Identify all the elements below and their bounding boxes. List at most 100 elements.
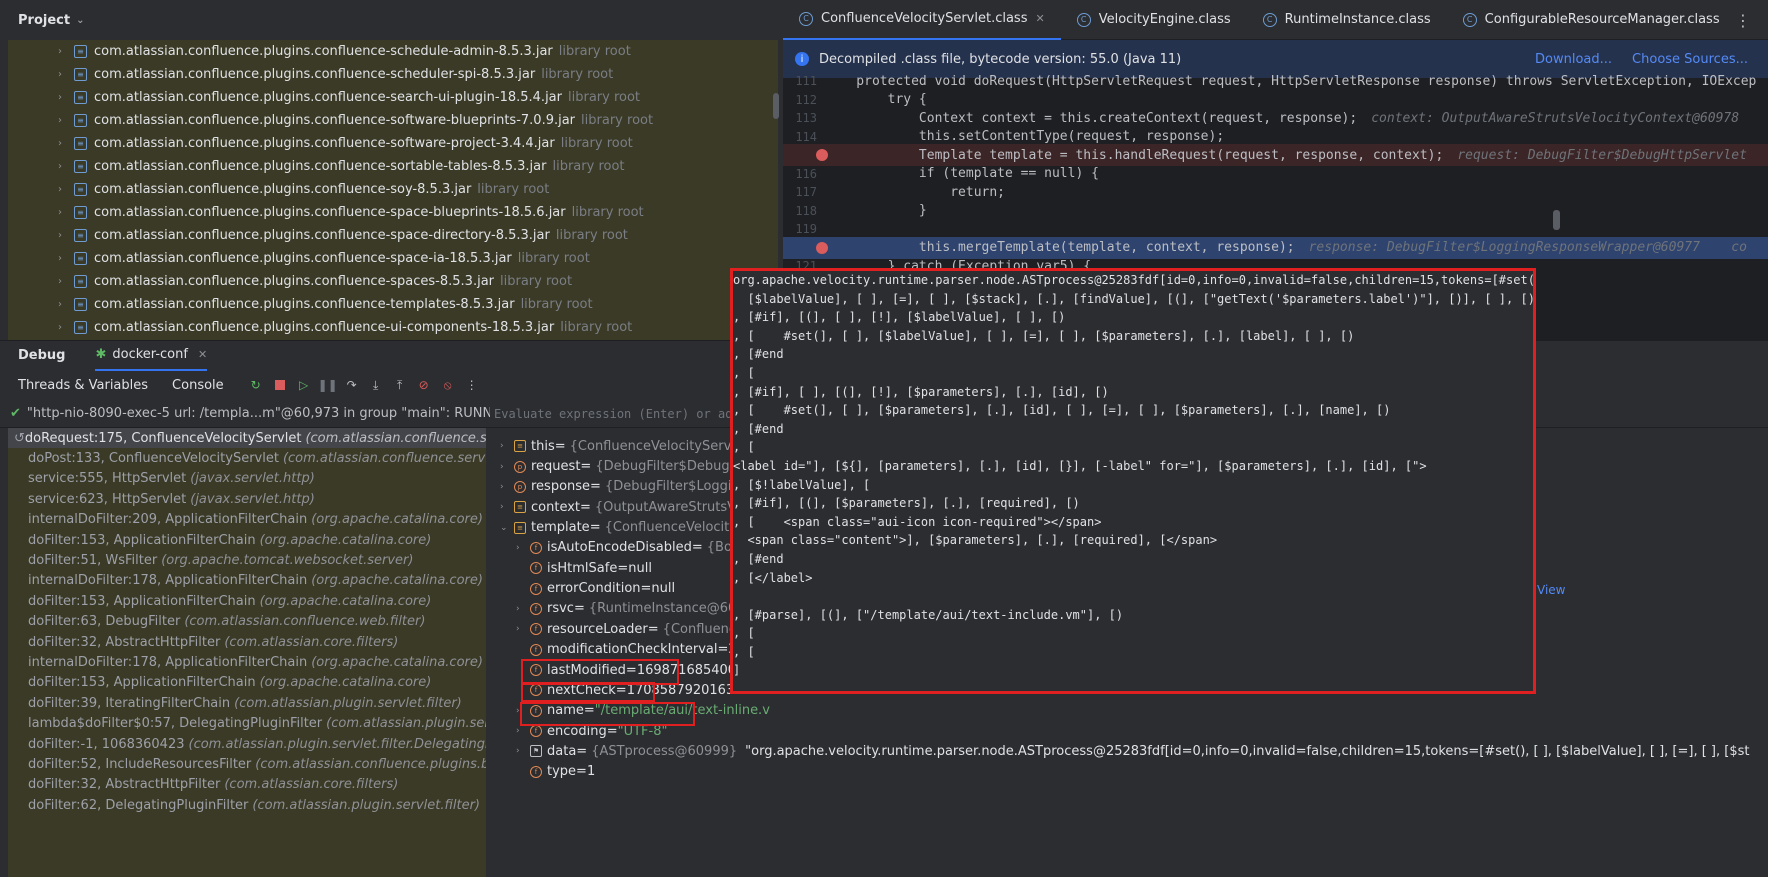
field-icon: ≡ (514, 501, 526, 514)
flag-icon: ⚑ (530, 745, 542, 758)
list-item[interactable]: › ≡ com.atlassian.confluence.plugins.confl… (8, 270, 778, 293)
stack-frame[interactable]: internalDoFilter:178, ApplicationFilterC… (8, 571, 486, 591)
chevron-right-icon[interactable]: › (58, 46, 74, 57)
chevron-right-icon[interactable]: › (58, 92, 74, 103)
stack-frame[interactable]: doFilter:32, AbstractHttpFilter (com.atla… (8, 775, 486, 795)
chevron-right-icon[interactable]: › (516, 543, 530, 553)
stack-frame[interactable]: doFilter:52, IncludeResourcesFilter (com.… (8, 754, 486, 774)
stack-frame[interactable]: doFilter:63, DebugFilter (com.atlassian.c… (8, 612, 486, 632)
stack-frame[interactable]: doFilter:39, IteratingFilterChain (com.at… (8, 693, 486, 713)
chevron-right-icon[interactable]: › (58, 115, 74, 126)
chevron-right-icon[interactable]: › (58, 322, 74, 333)
chevron-right-icon[interactable]: › (500, 502, 514, 512)
chevron-right-icon[interactable]: › (500, 482, 514, 492)
library-name: com.atlassian.confluence.plugins.conflue… (94, 228, 550, 243)
step-out-icon[interactable]: ⤒ (392, 377, 408, 393)
list-item[interactable]: › ≡ com.atlassian.confluence.plugins.confl… (8, 109, 778, 132)
stack-frame[interactable]: doPost:133, ConfluenceVelocityServlet (co… (8, 448, 486, 468)
close-icon[interactable]: ✕ (198, 348, 207, 361)
highlight-data (520, 702, 695, 726)
chevron-down-icon[interactable]: ⌄ (500, 523, 514, 533)
mute-breakpoints-icon[interactable]: ⦸ (440, 377, 456, 393)
variable-row[interactable]: › ⚑ data = {ASTprocess@60999} "org.apache.v… (516, 741, 1749, 761)
chevron-right-icon[interactable]: › (58, 138, 74, 149)
evaluate-input[interactable]: Evaluate expression (Enter) or add (494, 407, 740, 421)
field-icon: p (514, 480, 526, 493)
chevron-right-icon[interactable]: › (500, 441, 514, 451)
list-item[interactable]: › ≡ com.atlassian.confluence.plugins.confl… (8, 63, 778, 86)
list-item[interactable]: › ≡ com.atlassian.confluence.plugins.confl… (8, 155, 778, 178)
list-item[interactable]: › ≡ com.atlassian.confluence.plugins.confl… (8, 201, 778, 224)
frame-method: doRequest:175, ConfluenceVelocityServlet (24, 430, 302, 446)
stop-icon[interactable] (272, 377, 288, 393)
chevron-right-icon[interactable]: › (58, 253, 74, 264)
chevron-right-icon[interactable]: › (58, 299, 74, 310)
chevron-right-icon[interactable]: › (500, 462, 514, 472)
frame-method: doFilter:52, IncludeResourcesFilter (28, 756, 252, 772)
list-item[interactable]: › ≡ com.atlassian.confluence.plugins.confl… (8, 178, 778, 201)
equals: = (580, 499, 591, 515)
step-over-icon[interactable]: ↷ (344, 377, 360, 393)
code-text: protected void doRequest(HttpServletRequ… (825, 73, 1757, 89)
chevron-down-icon[interactable]: ⌄ (76, 15, 84, 26)
popup-line: , [ (733, 440, 755, 455)
library-name: com.atlassian.confluence.plugins.conflue… (94, 44, 553, 59)
stack-frame[interactable]: doFilter:153, ApplicationFilterChain (org… (8, 673, 486, 693)
stack-frame[interactable]: internalDoFilter:209, ApplicationFilterC… (8, 510, 486, 530)
variable-row[interactable]: f isHtmlSafe = null (516, 558, 652, 578)
stack-frame[interactable]: service:555, HttpServlet (javax.servlet.h… (8, 469, 486, 489)
stack-frame[interactable]: doFilter:153, ApplicationFilterChain (org… (8, 530, 486, 550)
pause-icon[interactable]: ❚❚ (318, 377, 338, 393)
stack-frame[interactable]: doFilter:51, WsFilter (org.apache.tomcat.… (8, 550, 486, 570)
code-text: } (825, 203, 927, 218)
variable-row[interactable]: f errorCondition = null (516, 578, 675, 598)
frames-list: ↺ doRequest:175, ConfluenceVelocityServl… (8, 428, 486, 877)
chevron-right-icon[interactable]: › (516, 726, 530, 736)
step-into-icon[interactable]: ⤓ (368, 377, 384, 393)
chevron-right-icon[interactable]: › (516, 624, 530, 634)
tab-threads-variables[interactable]: Threads & Variables (18, 378, 148, 393)
list-item[interactable]: › ≡ com.atlassian.confluence.plugins.confl… (8, 316, 778, 339)
variable-row[interactable]: fmodificationCheckInterval = 2 (516, 640, 737, 660)
tab-console[interactable]: Console (172, 378, 224, 393)
chevron-right-icon[interactable]: › (58, 276, 74, 287)
stack-frame[interactable]: internalDoFilter:178, ApplicationFilterC… (8, 652, 486, 672)
stack-frame[interactable]: doFilter:-1, 1068360423 (com.atlassian.pl… (8, 734, 486, 754)
thread-selector[interactable]: ✔ "http-nio-8090-exec-5 url: /templa...m… (0, 400, 568, 428)
scrollbar[interactable] (773, 93, 779, 119)
tab-docker-conf[interactable]: ✱ docker-conf ✕ (95, 341, 208, 371)
library-root-label: library root (541, 67, 614, 82)
list-item[interactable]: › ≡ com.atlassian.confluence.plugins.confl… (8, 293, 778, 316)
resume-icon[interactable]: ▷ (296, 377, 312, 393)
list-item[interactable]: › ≡ com.atlassian.confluence.plugins.confl… (8, 86, 778, 109)
list-item[interactable]: › ≡ com.atlassian.confluence.plugins.confl… (8, 247, 778, 270)
rerun-icon[interactable]: ↻ (248, 377, 264, 393)
list-item[interactable]: › ≡ com.atlassian.confluence.plugins.confl… (8, 224, 778, 247)
more-icon[interactable]: ⋮ (464, 377, 480, 393)
stack-frame[interactable]: lambda$doFilter$0:57, DelegatingPluginFi… (8, 713, 486, 733)
scrollbar[interactable] (1553, 210, 1560, 230)
variable-row[interactable]: f type = 1 (516, 762, 595, 782)
chevron-right-icon[interactable]: › (58, 161, 74, 172)
stack-frame[interactable]: doFilter:32, AbstractHttpFilter (com.atla… (8, 632, 486, 652)
view-breakpoints-icon[interactable]: ⊘ (416, 377, 432, 393)
stack-frame[interactable]: doFilter:153, ApplicationFilterChain (org… (8, 591, 486, 611)
chevron-right-icon[interactable]: › (58, 69, 74, 80)
chevron-right-icon[interactable]: › (58, 184, 74, 195)
stack-frame[interactable]: ↺ doRequest:175, ConfluenceVelocityServl… (8, 428, 486, 449)
line-number: 114 (795, 129, 817, 144)
frame-method: doFilter:32, AbstractHttpFilter (28, 777, 221, 793)
chevron-right-icon[interactable]: › (516, 604, 530, 614)
project-header[interactable]: Project ⌄ (0, 0, 780, 40)
field-icon: f (530, 725, 542, 738)
view-link[interactable]: View (1537, 583, 1565, 597)
list-item[interactable]: › ≡ com.atlassian.confluence.plugins.confl… (8, 40, 778, 63)
value-popup[interactable]: org.apache.velocity.runtime.parser.node.… (730, 268, 1536, 694)
stack-frame[interactable]: doFilter:62, DelegatingPluginFilter (com.… (8, 795, 486, 815)
chevron-right-icon[interactable]: › (58, 230, 74, 241)
list-item[interactable]: › ≡ com.atlassian.confluence.plugins.confl… (8, 132, 778, 155)
chevron-right-icon[interactable]: › (516, 746, 530, 756)
chevron-right-icon[interactable]: › (58, 207, 74, 218)
stack-frame[interactable]: service:623, HttpServlet (javax.servlet.h… (8, 489, 486, 509)
project-title[interactable]: Project (18, 13, 70, 28)
